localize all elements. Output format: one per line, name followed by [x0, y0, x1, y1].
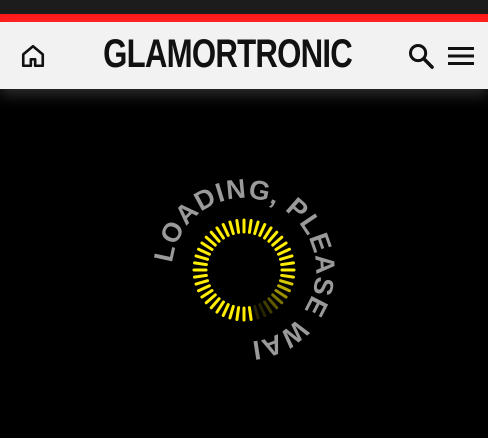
home-icon	[21, 44, 45, 68]
spinner-tick	[200, 241, 214, 251]
spinner-tick	[215, 300, 225, 314]
accent-bar	[0, 14, 488, 22]
spinner-tick	[263, 226, 273, 240]
spinner-tick	[277, 284, 291, 293]
spinner-tick	[271, 293, 284, 305]
spinner-tick	[193, 273, 208, 279]
spinner-tick	[278, 279, 294, 286]
spinner-tick	[280, 273, 295, 279]
spinner-tick	[258, 303, 267, 317]
loading-text: LOADING, PLEASE WAIT...	[144, 170, 340, 366]
spinner-tick	[209, 230, 221, 243]
spinner-tick	[204, 293, 217, 305]
loading-spinner-icon: LOADING, PLEASE WAIT...	[144, 170, 340, 366]
spinner-tick	[200, 289, 214, 299]
spinner-tick	[247, 306, 253, 321]
spinner-tick	[197, 247, 211, 256]
spinner-ticks	[192, 218, 296, 322]
search-button[interactable]	[403, 38, 439, 74]
site-logo[interactable]: GLAMORTRONIC	[104, 31, 354, 77]
spinner-tick	[258, 223, 267, 237]
hamburger-menu-icon	[448, 47, 474, 65]
spinner-tick	[267, 230, 279, 243]
search-icon	[408, 43, 434, 69]
spinner-tick	[228, 304, 235, 320]
spinner-tick	[274, 289, 288, 299]
spinner-tick	[221, 223, 230, 237]
spinner-tick	[209, 297, 221, 310]
spinner-tick	[204, 235, 217, 247]
site-header: GLAMORTRONIC	[0, 22, 488, 89]
loading-indicator: LOADING, PLEASE WAIT...	[144, 170, 344, 370]
spinner-tick	[267, 297, 279, 310]
spinner-tick	[263, 300, 273, 314]
spinner-tick	[247, 219, 253, 234]
spinner-tick	[228, 220, 235, 236]
spinner-tick	[221, 303, 230, 317]
spinner-tick	[277, 247, 291, 256]
home-button[interactable]	[15, 38, 51, 74]
spinner-tick	[235, 306, 241, 321]
spinner-tick	[253, 304, 260, 320]
spinner-tick	[274, 241, 288, 251]
spinner-tick	[193, 261, 208, 267]
spinner-tick	[197, 284, 211, 293]
spinner-tick	[215, 226, 225, 240]
browser-top-strip	[0, 0, 488, 14]
logo-text: GLAMORTRONIC	[103, 32, 354, 76]
spinner-tick	[271, 235, 284, 247]
menu-button[interactable]	[443, 38, 479, 74]
spinner-tick	[278, 254, 294, 261]
spinner-tick	[194, 254, 210, 261]
spinner-tick	[253, 220, 260, 236]
spinner-tick	[194, 279, 210, 286]
spinner-tick	[235, 219, 241, 234]
spinner-tick	[280, 261, 295, 267]
